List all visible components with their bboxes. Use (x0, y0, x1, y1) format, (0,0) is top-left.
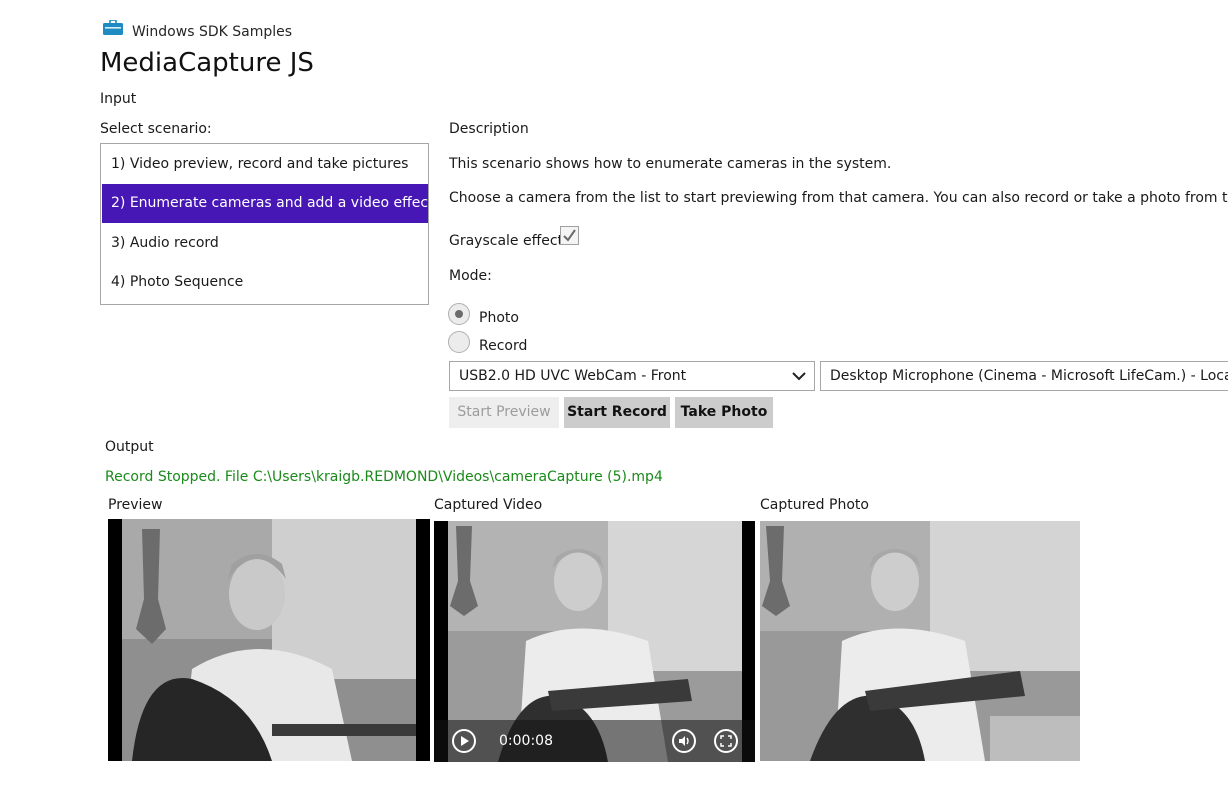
checkmark-icon (563, 229, 576, 242)
briefcase-icon (103, 20, 123, 35)
description-heading: Description (449, 121, 529, 137)
record-mode-radio[interactable] (448, 331, 470, 353)
output-heading: Output (105, 439, 154, 455)
record-mode-label: Record (479, 338, 528, 354)
take-photo-button[interactable]: Take Photo (675, 397, 773, 428)
microphone-select-value: Desktop Microphone (Cinema - Microsoft L… (830, 368, 1228, 384)
captured-video-player[interactable]: 0:00:08 (434, 521, 755, 762)
play-icon (461, 736, 469, 746)
camera-select-value: USB2.0 HD UVC WebCam - Front (459, 368, 687, 384)
start-preview-button[interactable]: Start Preview (449, 397, 559, 428)
grayscale-effect-checkbox[interactable] (560, 226, 579, 245)
scenario-list[interactable]: 1) Video preview, record and take pictur… (100, 143, 429, 305)
mode-label: Mode: (449, 268, 492, 284)
page-title: MediaCapture JS (100, 48, 314, 78)
photo-mode-radio[interactable] (448, 303, 470, 325)
scenario-item-2[interactable]: 2) Enumerate cameras and add a video eff… (102, 184, 428, 223)
volume-button[interactable] (672, 729, 696, 753)
microphone-select[interactable]: Desktop Microphone (Cinema - Microsoft L… (820, 361, 1228, 391)
scenario-item-1[interactable]: 1) Video preview, record and take pictur… (102, 145, 428, 184)
photo-mode-label: Photo (479, 310, 519, 326)
captured-photo-image (760, 521, 1080, 761)
fullscreen-icon (720, 735, 732, 747)
camera-select[interactable]: USB2.0 HD UVC WebCam - Front (449, 361, 815, 391)
video-time: 0:00:08 (499, 733, 553, 749)
captured-video-label: Captured Video (434, 497, 543, 513)
preview-image (122, 519, 416, 761)
status-message: Record Stopped. File C:\Users\kraigb.RED… (105, 469, 663, 485)
fullscreen-button[interactable] (714, 729, 738, 753)
preview-video (108, 519, 430, 761)
scenario-item-3[interactable]: 3) Audio record (102, 224, 428, 263)
sdk-title: Windows SDK Samples (132, 24, 293, 40)
preview-label: Preview (108, 497, 163, 513)
chevron-down-icon (792, 372, 806, 381)
captured-photo (760, 521, 1080, 761)
video-controls: 0:00:08 (434, 720, 755, 762)
captured-photo-label: Captured Photo (760, 497, 869, 513)
play-button[interactable] (452, 729, 476, 753)
scenario-item-4[interactable]: 4) Photo Sequence (102, 263, 428, 302)
description-text-2: Choose a camera from the list to start p… (449, 190, 1228, 206)
select-scenario-label: Select scenario: (100, 121, 212, 137)
input-heading: Input (100, 91, 137, 107)
start-record-button[interactable]: Start Record (564, 397, 670, 428)
grayscale-effect-label: Grayscale effect (449, 233, 564, 249)
description-text-1: This scenario shows how to enumerate cam… (449, 156, 892, 172)
volume-icon (679, 736, 689, 746)
